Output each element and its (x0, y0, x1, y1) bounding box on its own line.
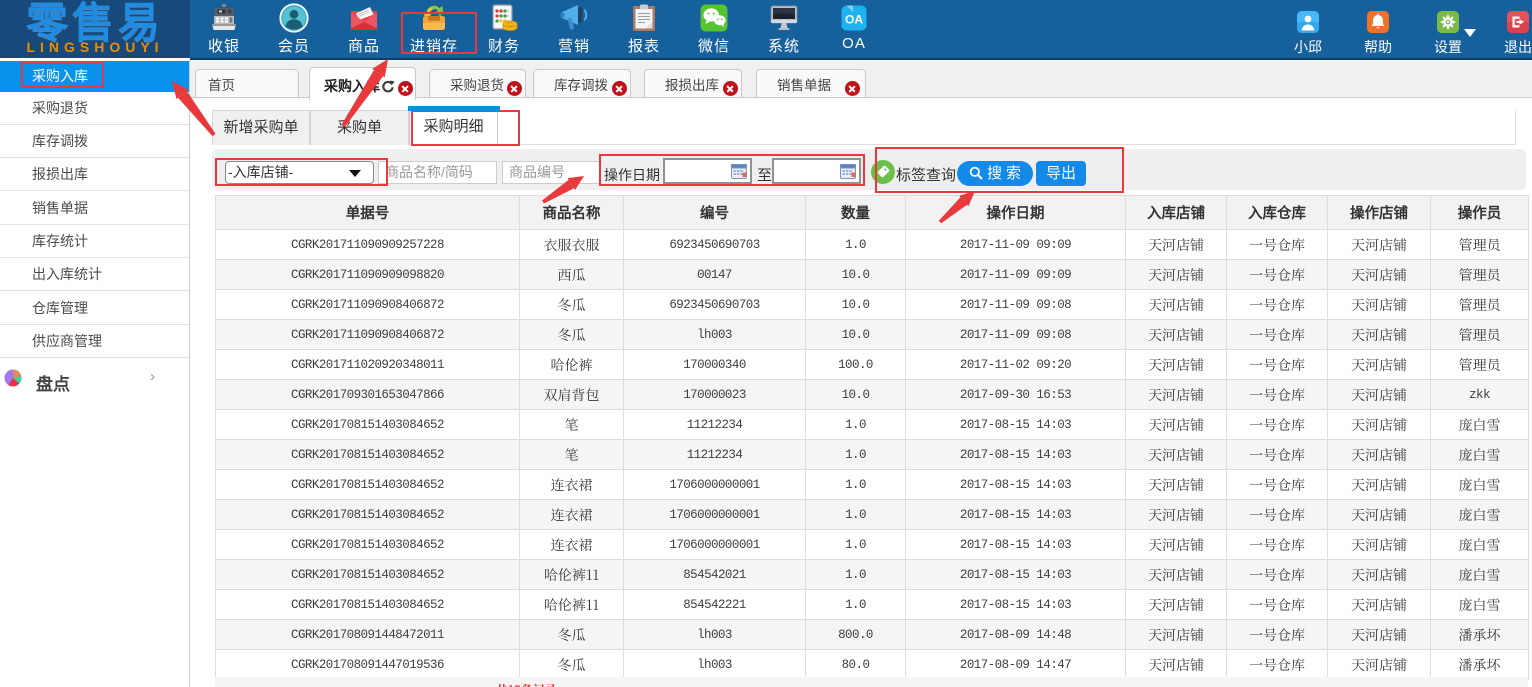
svg-text:OA: OA (845, 13, 863, 27)
